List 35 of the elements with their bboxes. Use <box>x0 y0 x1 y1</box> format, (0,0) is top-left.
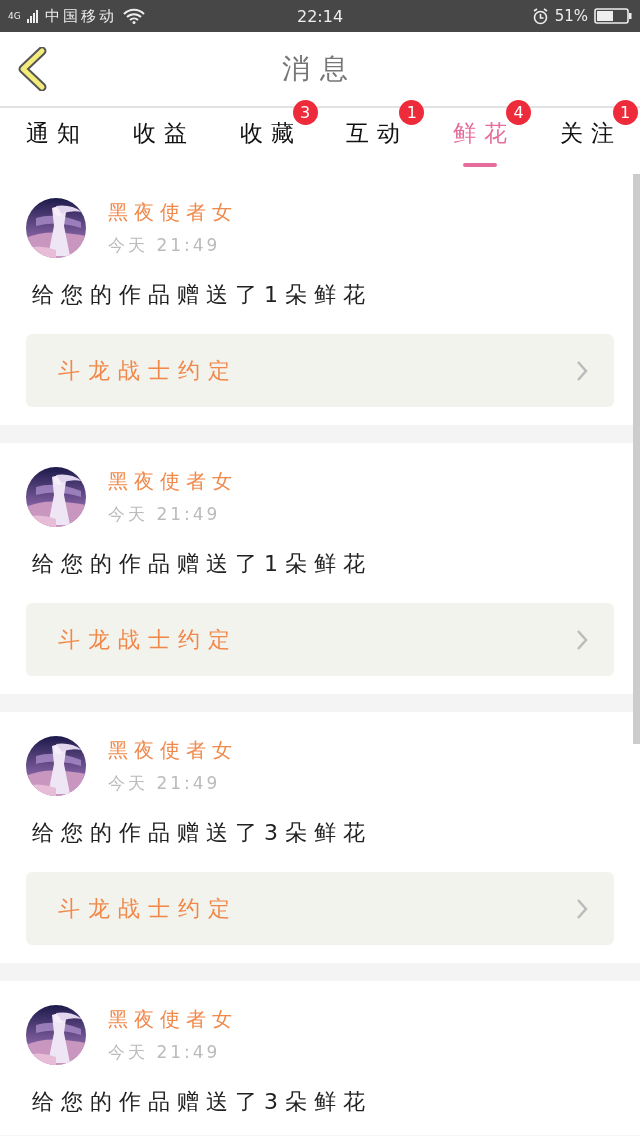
user-name[interactable]: 黑夜使者女 <box>108 199 238 226</box>
chevron-icon <box>576 897 588 920</box>
battery-percent: 51% <box>554 7 588 25</box>
network-label: 4G <box>8 11 21 21</box>
count-badge: 3 <box>292 100 318 125</box>
work-link[interactable]: 斗龙战士约定 <box>26 603 614 676</box>
count-badge: 4 <box>506 100 531 125</box>
scrollbar[interactable] <box>633 174 640 744</box>
message-time: 今天 21:49 <box>108 772 222 795</box>
chevron-icon <box>576 359 588 382</box>
count-badge: 1 <box>399 100 425 125</box>
carrier-name: 中国移动 <box>44 6 117 26</box>
user-name[interactable]: 黑夜使者女 <box>108 1006 238 1033</box>
page-title: 消息 <box>281 51 359 87</box>
tab[interactable]: 通知 <box>18 108 89 168</box>
work-link[interactable]: 斗龙战士约定 <box>26 872 614 945</box>
message-time: 今天 21:49 <box>108 234 222 257</box>
back-icon <box>16 47 48 91</box>
message-text: 给您的作品赠送了1朵鲜花 <box>32 550 373 578</box>
message-time: 今天 21:49 <box>108 1041 222 1064</box>
chevron-icon <box>576 628 588 651</box>
message-text: 给您的作品赠送了1朵鲜花 <box>32 281 373 309</box>
signal-icon <box>26 9 39 23</box>
message-text: 给您的作品赠送了3朵鲜花 <box>32 819 373 847</box>
tab[interactable]: 收益 <box>125 108 195 168</box>
battery-icon <box>594 8 632 24</box>
message-text: 给您的作品赠送了3朵鲜花 <box>32 1088 373 1116</box>
count-badge: 1 <box>612 100 638 125</box>
message-time: 今天 21:49 <box>108 503 222 526</box>
wifi-icon <box>122 8 145 24</box>
user-name[interactable]: 黑夜使者女 <box>108 468 238 495</box>
alarm-icon <box>531 7 549 25</box>
user-name[interactable]: 黑夜使者女 <box>108 737 238 764</box>
work-link[interactable]: 斗龙战士约定 <box>26 334 614 407</box>
clock-time: 22:14 <box>296 6 344 26</box>
